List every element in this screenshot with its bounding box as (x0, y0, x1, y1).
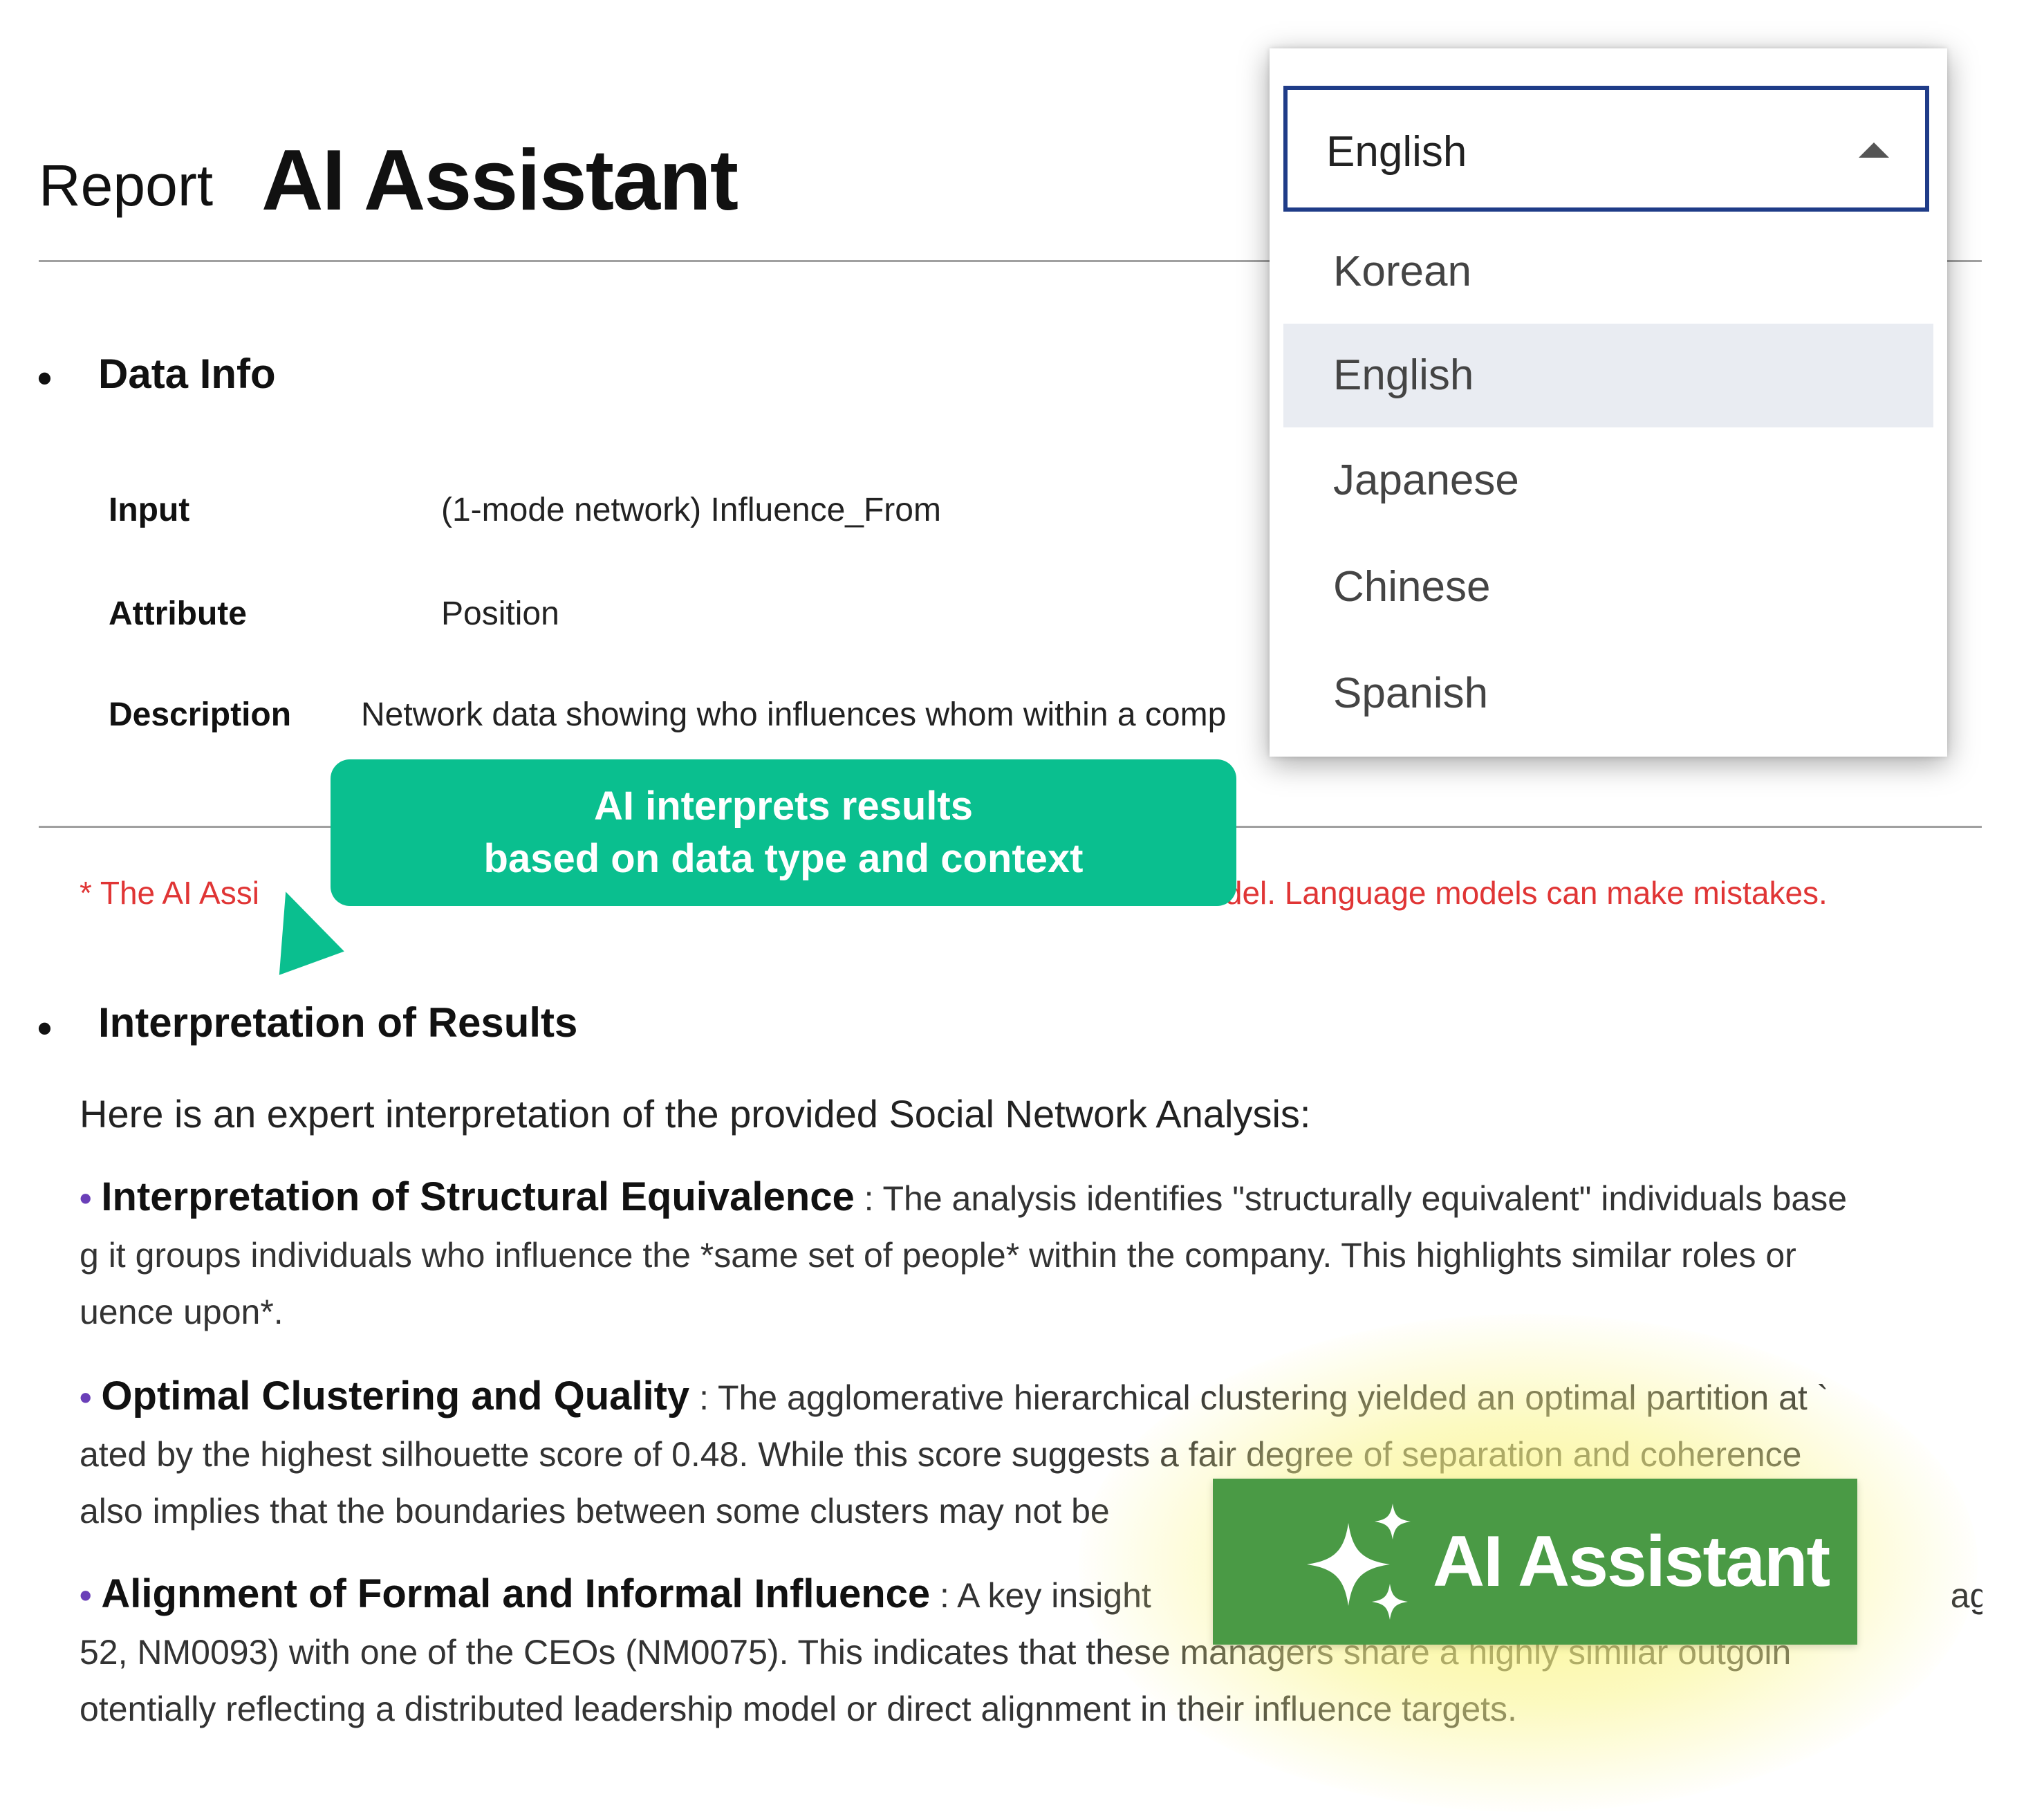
language-option-spanish[interactable]: Spanish (1283, 642, 1933, 746)
ai-assistant-label: AI Assistant (1433, 1521, 1830, 1602)
attribute-value: Position (441, 595, 559, 632)
warning-suffix: model. Language models can make mistakes… (1180, 875, 1828, 911)
description-label: Description (109, 696, 292, 733)
language-option-english[interactable]: English (1283, 324, 1933, 427)
callout-line: based on data type and context (483, 836, 1084, 881)
item-text: g it groups individuals who influence th… (80, 1236, 1796, 1275)
bullet-dot: • (80, 1576, 102, 1615)
attribute-label: Attribute (109, 595, 247, 632)
language-select-value: English (1326, 128, 1467, 176)
page-title: AI Assistant (261, 133, 738, 228)
input-label: Input (109, 492, 190, 528)
language-option-korean[interactable]: Korean (1283, 220, 1933, 324)
callout: AI interprets results based on data type… (331, 759, 1236, 906)
interpretation-title: Interpretation of Results (98, 999, 578, 1046)
interpretation-item: • Interpretation of Structural Equivalen… (80, 1169, 1982, 1340)
item-heading: Alignment of Formal and Informal Influen… (101, 1571, 931, 1616)
sparkle-icon (1307, 1504, 1411, 1620)
bullet-dot: • (80, 1179, 102, 1218)
report-label: Report (39, 153, 214, 218)
input-value: (1-mode network) Influence_From (441, 492, 941, 528)
language-option-japanese[interactable]: Japanese (1283, 429, 1933, 533)
bullet: • (37, 1005, 53, 1051)
item-text: : The analysis identifies "structurally … (854, 1179, 1848, 1218)
bullet: • (37, 355, 53, 401)
data-info-title: Data Info (98, 351, 276, 397)
language-option-chinese[interactable]: Chinese (1283, 535, 1933, 639)
ai-assistant-button[interactable]: AI Assistant (1213, 1479, 1857, 1645)
caret-up-icon[interactable] (1859, 142, 1889, 158)
item-heading: Optimal Clustering and Quality (101, 1374, 690, 1418)
description-value: Network data showing who influences whom… (361, 696, 1227, 733)
bullet-dot: • (80, 1378, 102, 1417)
item-heading: Interpretation of Structural Equivalence (101, 1174, 855, 1219)
interpretation-intro: Here is an expert interpretation of the … (80, 1092, 1311, 1136)
callout-line: AI interprets results (594, 784, 973, 829)
warning-prefix: * The AI Assi (80, 875, 259, 911)
